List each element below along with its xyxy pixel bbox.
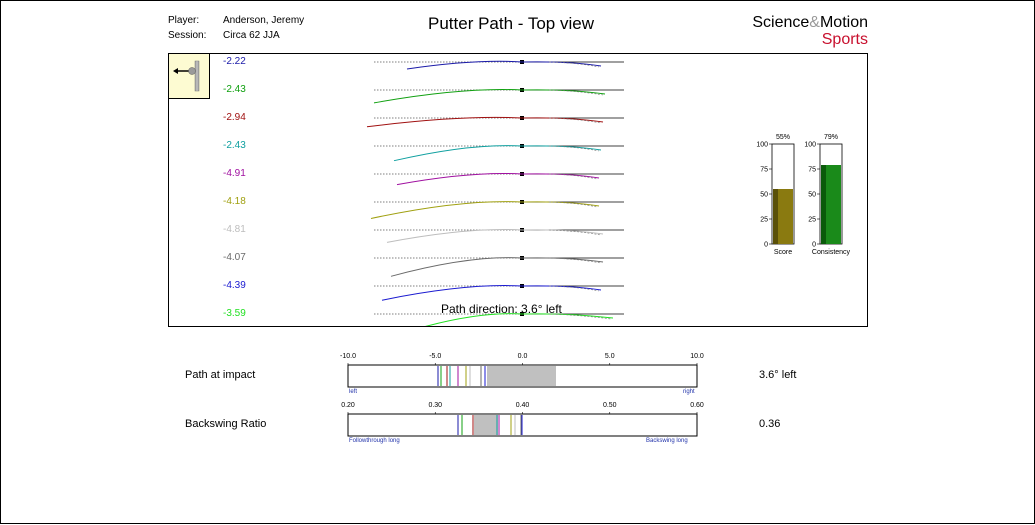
backswing-ratio-gauge bbox=[347, 412, 698, 437]
gauges bbox=[347, 363, 698, 437]
report-window: Player: Anderson, Jeremy Session: Circa … bbox=[0, 0, 1035, 524]
path-at-impact-gauge bbox=[347, 363, 698, 388]
